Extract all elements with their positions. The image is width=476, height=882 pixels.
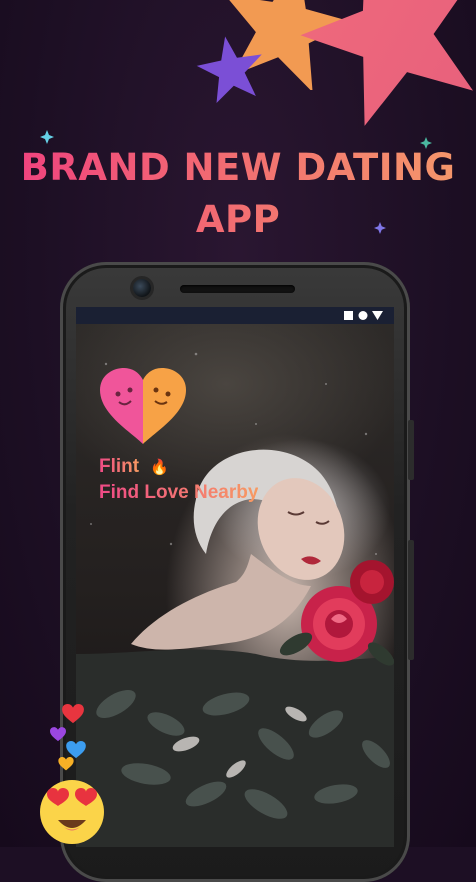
hero-photo: Flint 🔥 Find Love Nearby [76, 324, 394, 847]
flint-logo-icon [100, 368, 186, 444]
phone-screen: Flint 🔥 Find Love Nearby [76, 307, 394, 847]
heart-eyes-emoji-icon [40, 780, 104, 844]
headline-line2: APP [195, 198, 281, 241]
phone-volume-button [408, 540, 414, 660]
status-bar [76, 307, 394, 324]
star-purple-icon [196, 36, 262, 104]
status-icons [344, 311, 383, 320]
phone-camera [133, 279, 151, 297]
triangle-down-icon [372, 311, 383, 320]
heart-yellow-icon [58, 757, 74, 771]
app-tagline: Find Love Nearby [99, 482, 259, 503]
fire-icon: 🔥 [150, 459, 169, 476]
heart-red-icon [62, 704, 84, 724]
heart-purple-icon [50, 727, 66, 742]
square-icon [344, 311, 353, 320]
circle-icon [358, 311, 368, 320]
app-name: Flint [99, 456, 140, 477]
star-pink-icon [300, 0, 474, 126]
headline: BRAND NEW DATING APP [0, 142, 476, 246]
headline-line1: BRAND NEW DATING [20, 146, 456, 189]
phone-power-button [408, 420, 414, 480]
phone-speaker [180, 285, 295, 293]
